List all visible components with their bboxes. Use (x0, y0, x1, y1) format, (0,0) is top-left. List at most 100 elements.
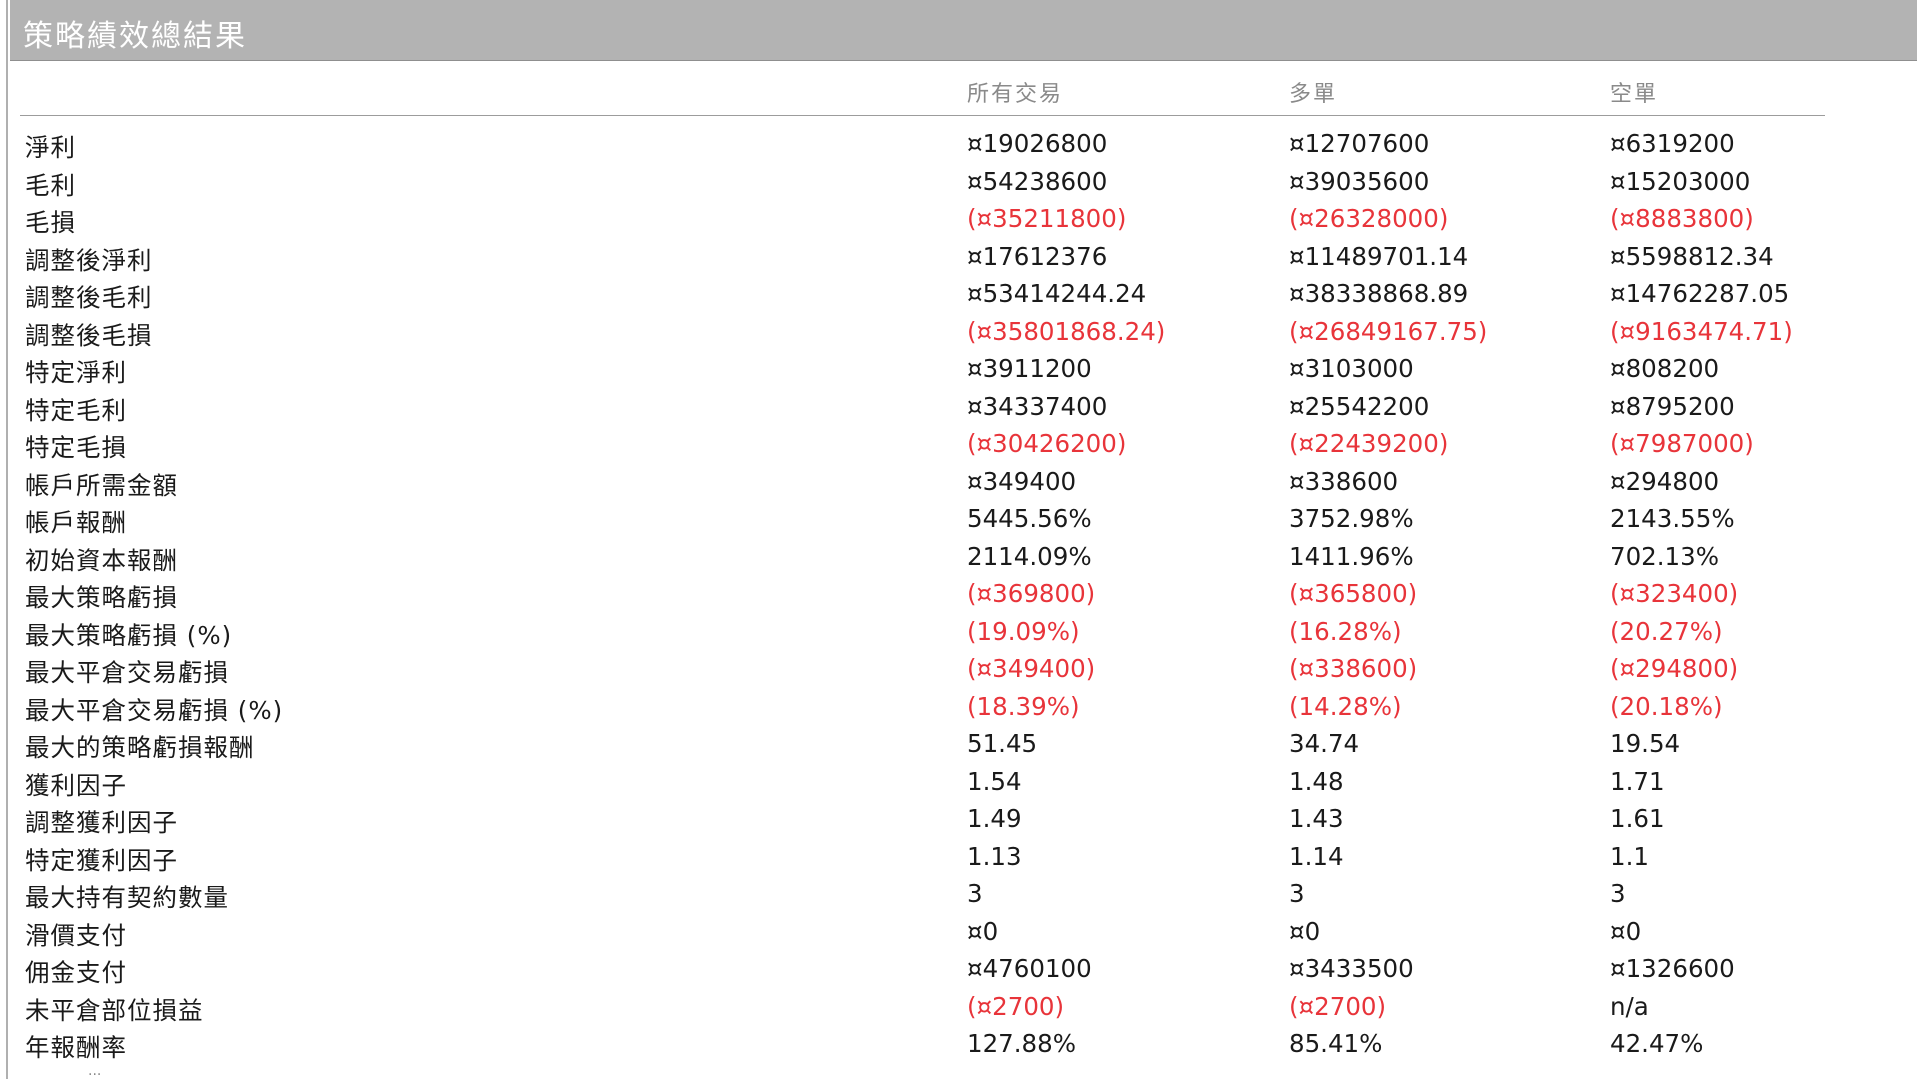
row-label: 調整後淨利 (25, 245, 153, 275)
table-row: 滑價支付 ¤0 ¤0 ¤0 (0, 915, 1917, 953)
value-short: ¤294800 (1610, 466, 1720, 496)
value-long: 3 (1289, 879, 1305, 908)
value-long: (16.28%) (1289, 616, 1402, 646)
value-all-trades: ¤34337400 (967, 391, 1108, 421)
table-row: 特定淨利 ¤3911200 ¤3103000 ¤808200 (0, 352, 1917, 390)
table-row: 最大平倉交易虧損 (¤349400) (¤338600) (¤294800) (0, 652, 1917, 690)
value-short: ¤14762287.05 (1610, 279, 1790, 308)
value-all-trades: (¤349400) (967, 654, 1096, 683)
row-label: 特定獲利因子 (25, 845, 178, 875)
row-label: 最大持有契約數量 (25, 883, 229, 912)
row-label: 佣金支付 (25, 958, 127, 987)
row-label: 獲利因子 (25, 770, 127, 800)
row-label: 年報酬率 (25, 1033, 127, 1062)
value-long: 1411.96% (1289, 541, 1414, 571)
header-divider (20, 115, 1825, 116)
value-short: 702.13% (1610, 541, 1720, 571)
value-all-trades: (¤369800) (967, 579, 1096, 608)
row-label: 最大策略虧損 (25, 583, 178, 612)
value-long: (¤26328000) (1289, 204, 1449, 233)
table-row: 年報酬率 127.88% 85.41% 42.47% (0, 1027, 1917, 1065)
value-all-trades: (19.09%) (967, 616, 1080, 646)
value-all-trades: 1.54 (967, 766, 1022, 796)
value-all-trades: (¤30426200) (967, 429, 1127, 458)
value-short: ¤15203000 (1610, 166, 1751, 196)
column-header-long: 多單 (1289, 82, 1338, 107)
value-all-trades: 1.13 (967, 841, 1022, 871)
column-header-short: 空單 (1610, 82, 1659, 107)
more-indicator: ... (88, 1063, 102, 1079)
value-short: ¤6319200 (1610, 129, 1735, 158)
table-row: 調整獲利因子 1.49 1.43 1.61 (0, 802, 1917, 840)
table-row: 最大策略虧損 (%) (19.09%) (16.28%) (20.27%) (0, 615, 1917, 653)
value-long: ¤0 (1289, 916, 1321, 946)
table-row: 淨利 ¤19026800 ¤12707600 ¤6319200 (0, 127, 1917, 165)
value-short: ¤5598812.34 (1610, 241, 1774, 271)
table-row: 調整後毛損 (¤35801868.24) (¤26849167.75) (¤91634… (0, 315, 1917, 353)
value-short: ¤0 (1610, 916, 1642, 946)
value-all-trades: 127.88% (967, 1029, 1077, 1058)
table-row: 最大平倉交易虧損 (%) (18.39%) (14.28%) (20.18%) (0, 690, 1917, 728)
row-label: 調整後毛損 (25, 320, 153, 350)
value-short: 1.1 (1610, 841, 1649, 871)
value-all-trades: (¤2700) (967, 991, 1065, 1021)
value-long: ¤3433500 (1289, 954, 1414, 983)
value-all-trades: 5445.56% (967, 504, 1092, 533)
value-all-trades: ¤3911200 (967, 354, 1092, 383)
value-long: (¤365800) (1289, 579, 1418, 608)
value-short: ¤808200 (1610, 354, 1720, 383)
value-short: 3 (1610, 879, 1626, 908)
value-long: 1.43 (1289, 804, 1344, 833)
value-short: (¤9163474.71) (1610, 316, 1793, 346)
page-title: 策略績效總結果 (23, 19, 247, 54)
value-short: 1.61 (1610, 804, 1665, 833)
row-label: 淨利 (25, 133, 76, 162)
value-long: 1.48 (1289, 766, 1344, 796)
value-short: 2143.55% (1610, 504, 1735, 533)
table-row: 調整後毛利 ¤53414244.24 ¤38338868.89 ¤14762287.0… (0, 277, 1917, 315)
table-row: 帳戶所需金額 ¤349400 ¤338600 ¤294800 (0, 465, 1917, 503)
value-all-trades: ¤54238600 (967, 166, 1108, 196)
value-short: ¤1326600 (1610, 954, 1735, 983)
value-short: (20.18%) (1610, 691, 1723, 721)
row-label: 毛損 (25, 208, 76, 237)
row-label: 調整後毛利 (25, 283, 153, 312)
value-long: ¤3103000 (1289, 354, 1414, 383)
value-all-trades: 2114.09% (967, 541, 1092, 571)
row-label: 特定淨利 (25, 358, 127, 387)
table-row: 毛損 (¤35211800) (¤26328000) (¤8883800) (0, 202, 1917, 240)
value-all-trades: 1.49 (967, 804, 1022, 833)
value-long: ¤25542200 (1289, 391, 1430, 421)
value-long: (¤26849167.75) (1289, 316, 1488, 346)
value-long: ¤338600 (1289, 466, 1399, 496)
table-row: 特定毛利 ¤34337400 ¤25542200 ¤8795200 (0, 390, 1917, 428)
row-label: 特定毛利 (25, 395, 127, 425)
value-long: (¤2700) (1289, 991, 1387, 1021)
row-label: 滑價支付 (25, 920, 127, 950)
row-label: 最大的策略虧損報酬 (25, 733, 255, 762)
table-row: 帳戶報酬 5445.56% 3752.98% 2143.55% (0, 502, 1917, 540)
table-row: 佣金支付 ¤4760100 ¤3433500 ¤1326600 (0, 952, 1917, 990)
table-row: 獲利因子 1.54 1.48 1.71 (0, 765, 1917, 803)
row-label: 最大平倉交易虧損 (25, 658, 229, 687)
value-all-trades: (¤35211800) (967, 204, 1127, 233)
value-all-trades: ¤4760100 (967, 954, 1092, 983)
report-window: 策略績效總結果 所有交易 多單 空單 淨利 ¤19026800 ¤12707600 ¤… (0, 0, 1917, 1079)
value-long: (14.28%) (1289, 691, 1402, 721)
row-label: 最大平倉交易虧損 (%) (25, 695, 284, 725)
value-all-trades: (¤35801868.24) (967, 316, 1166, 346)
table-row: 特定獲利因子 1.13 1.14 1.1 (0, 840, 1917, 878)
value-long: (¤338600) (1289, 654, 1418, 683)
table-row: 最大持有契約數量 3 3 3 (0, 877, 1917, 915)
value-long: 34.74 (1289, 729, 1360, 758)
table-row: 調整後淨利 ¤17612376 ¤11489701.14 ¤5598812.34 (0, 240, 1917, 278)
value-all-trades: ¤19026800 (967, 129, 1108, 158)
value-short: (¤7987000) (1610, 429, 1754, 458)
value-all-trades: ¤0 (967, 916, 999, 946)
value-short: (¤323400) (1610, 579, 1739, 608)
table-row: 毛利 ¤54238600 ¤39035600 ¤15203000 (0, 165, 1917, 203)
value-short: 19.54 (1610, 729, 1681, 758)
column-header-all-trades: 所有交易 (967, 82, 1064, 107)
row-label: 帳戶所需金額 (25, 470, 178, 500)
title-bar: 策略績效總結果 (10, 0, 1917, 61)
